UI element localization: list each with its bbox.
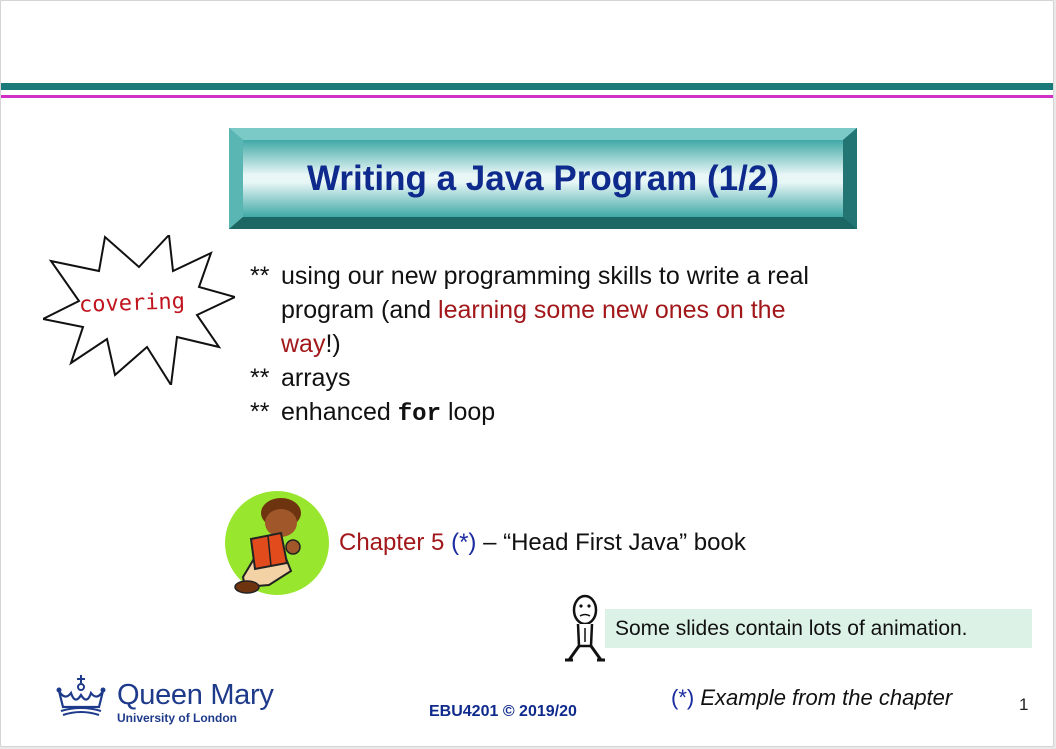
title-frame: Writing a Java Program (1/2) [229,128,857,229]
footnote: (*) Example from the chapter [671,685,952,711]
logo-wordmark: Queen Mary [117,679,274,711]
page-number: 1 [1019,695,1029,714]
bullet-text-part: enhanced [281,398,398,426]
university-logo: Queen Mary University of London [55,673,285,729]
starburst-label: covering [78,289,186,318]
bullet-text: using our new programming skills to writ… [281,259,850,361]
stick-figure-icon [565,594,605,662]
bullet-text-part: loop [441,398,496,426]
logo-subtitle: University of London [117,711,237,725]
footnote-text: Example from the chapter [694,685,953,710]
bullet-mark: ** [250,364,270,392]
header-band-teal [1,83,1053,90]
chapter-book: – “Head First Java” book [476,529,746,556]
bullet-text: arrays [281,364,351,392]
bullet-list: ** using our new programming skills to w… [250,259,850,432]
footnote-mark: (*) [671,685,695,710]
slide-title: Writing a Java Program (1/2) [306,158,779,198]
bullet-text: enhanced for loop [281,395,850,432]
slide: Writing a Java Program (1/2) covering **… [0,0,1054,747]
code-keyword: for [397,401,441,428]
crown-crest-icon [56,675,106,716]
chapter-label: Chapter 5 [339,529,445,556]
bullet-item: ** enhanced for loop [250,395,850,432]
bullet-mark: ** [250,398,270,426]
course-code: EBU4201 © 2019/20 [429,703,577,720]
chapter-reference: Chapter 5 (*) – “Head First Java” book [339,529,746,557]
chapter-ref-mark: (*) [451,529,477,556]
bullet-text-part: !) [325,330,341,358]
bullet-item: ** using our new programming skills to w… [250,259,850,361]
bullet-mark: ** [250,262,270,290]
header-band-magenta [1,95,1053,98]
animation-note: Some slides contain lots of animation. [605,609,1032,648]
reading-person-icon [225,491,329,595]
bullet-item: ** arrays [250,361,850,395]
